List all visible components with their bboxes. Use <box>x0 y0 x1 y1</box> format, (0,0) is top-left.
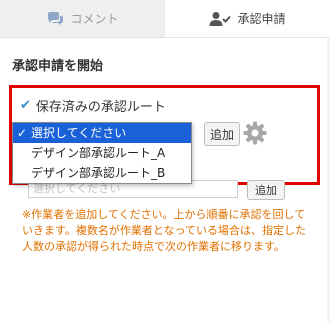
tab-approval-label: 承認申請 <box>237 12 286 26</box>
route-option[interactable]: デザイン部承認ルート_A <box>13 143 191 163</box>
comment-icon <box>46 11 64 27</box>
route-option[interactable]: ✓ 選択してください <box>13 123 191 143</box>
tab-comment[interactable]: コメント <box>0 0 165 37</box>
route-option[interactable]: デザイン部承認ルート_B <box>13 163 191 183</box>
add-worker-button[interactable]: 追加 <box>247 180 285 200</box>
tab-comment-label: コメント <box>70 12 119 26</box>
user-check-icon <box>209 11 232 27</box>
tab-approval[interactable]: 承認申請 <box>165 0 330 37</box>
instruction-note: ※作業者を追加してください。上から順番に承認を回していきます。複数名が作業者とな… <box>22 208 307 253</box>
selected-tick: ✓ <box>17 126 28 140</box>
tab-bar: コメント 承認申請 <box>0 0 330 38</box>
section-title: 承認申請を開始 <box>12 59 104 74</box>
check-icon: ✔ <box>20 98 31 113</box>
saved-routes-text: 保存済みの承認ルート <box>35 100 166 115</box>
route-select-dropdown[interactable]: ✓ 選択してください デザイン部承認ルート_A デザイン部承認ルート_B <box>12 122 192 184</box>
add-route-button[interactable]: 追加 <box>204 122 240 146</box>
saved-routes-label: ✔ 保存済みの承認ルート <box>20 96 166 115</box>
gear-icon[interactable] <box>242 120 268 150</box>
